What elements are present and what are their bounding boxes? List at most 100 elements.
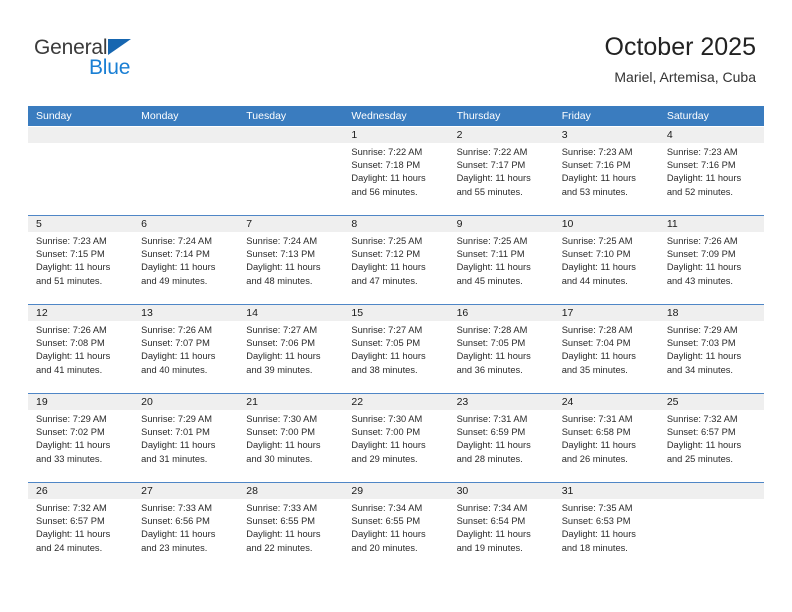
day-detail-line: Sunset: 7:16 PM	[561, 160, 631, 171]
day-number-18[interactable]: 18	[659, 305, 764, 321]
day-cell-8[interactable]: Sunrise: 7:25 AM Sunset: 7:12 PM Daylight:…	[343, 232, 448, 304]
day-cell-10[interactable]: Sunrise: 7:25 AM Sunset: 7:10 PM Daylight:…	[554, 232, 659, 304]
day-number-15[interactable]: 15	[343, 305, 448, 321]
day-cell-12[interactable]: Sunrise: 7:26 AM Sunset: 7:08 PM Daylight:…	[28, 321, 133, 393]
general-blue-logo[interactable]: General Blue	[34, 36, 194, 88]
day-cell-2[interactable]: Sunrise: 7:22 AM Sunset: 7:17 PM Daylight:…	[449, 143, 554, 215]
day-number-26[interactable]: 26	[28, 483, 133, 499]
day-cell-15[interactable]: Sunrise: 7:27 AM Sunset: 7:05 PM Daylight:…	[343, 321, 448, 393]
day-cell-1[interactable]: Sunrise: 7:22 AM Sunset: 7:18 PM Daylight:…	[343, 143, 448, 215]
day-detail-line: Sunset: 7:18 PM	[351, 160, 421, 171]
day-cell-25[interactable]: Sunrise: 7:32 AM Sunset: 6:57 PM Daylight:…	[659, 410, 764, 482]
day-cell-9[interactable]: Sunrise: 7:25 AM Sunset: 7:11 PM Daylight:…	[449, 232, 554, 304]
day-number-10[interactable]: 10	[554, 216, 659, 232]
day-number-16[interactable]: 16	[449, 305, 554, 321]
day-cell-4[interactable]: Sunrise: 7:23 AM Sunset: 7:16 PM Daylight:…	[659, 143, 764, 215]
day-number-27[interactable]: 27	[133, 483, 238, 499]
day-cell-29[interactable]: Sunrise: 7:34 AM Sunset: 6:55 PM Daylight:…	[343, 499, 448, 571]
day-detail-line: Daylight: 11 hours	[246, 351, 321, 362]
day-cell-18[interactable]: Sunrise: 7:29 AM Sunset: 7:03 PM Daylight:…	[659, 321, 764, 393]
day-number-29[interactable]: 29	[343, 483, 448, 499]
day-detail-line: Daylight: 11 hours	[456, 351, 531, 362]
day-detail-line: Sunrise: 7:24 AM	[141, 236, 212, 246]
day-number-17[interactable]: 17	[554, 305, 659, 321]
day-number-25[interactable]: 25	[659, 394, 764, 410]
day-cell-6[interactable]: Sunrise: 7:24 AM Sunset: 7:14 PM Daylight:…	[133, 232, 238, 304]
day-number-3[interactable]: 3	[554, 127, 659, 143]
day-detail-line: Sunset: 7:17 PM	[456, 160, 526, 171]
day-cell-20[interactable]: Sunrise: 7:29 AM Sunset: 7:01 PM Daylight:…	[133, 410, 238, 482]
day-cell-14[interactable]: Sunrise: 7:27 AM Sunset: 7:06 PM Daylight:…	[238, 321, 343, 393]
day-number-9[interactable]: 9	[449, 216, 554, 232]
day-cell-31[interactable]: Sunrise: 7:35 AM Sunset: 6:53 PM Daylight:…	[554, 499, 659, 571]
day-cell-13[interactable]: Sunrise: 7:26 AM Sunset: 7:07 PM Daylight:…	[133, 321, 238, 393]
day-number-30[interactable]: 30	[449, 483, 554, 499]
day-number-28[interactable]: 28	[238, 483, 343, 499]
page-subtitle: Mariel, Artemisa, Cuba	[614, 69, 756, 85]
day-cell-17[interactable]: Sunrise: 7:28 AM Sunset: 7:04 PM Daylight:…	[554, 321, 659, 393]
day-cell-7[interactable]: Sunrise: 7:24 AM Sunset: 7:13 PM Daylight:…	[238, 232, 343, 304]
day-number-22[interactable]: 22	[343, 394, 448, 410]
day-cell-11[interactable]: Sunrise: 7:26 AM Sunset: 7:09 PM Daylight:…	[659, 232, 764, 304]
day-detail-line: Daylight: 11 hours	[561, 173, 636, 184]
day-detail-line: Sunset: 6:59 PM	[456, 427, 526, 438]
day-cell-16[interactable]: Sunrise: 7:28 AM Sunset: 7:05 PM Daylight:…	[449, 321, 554, 393]
day-cell-24[interactable]: Sunrise: 7:31 AM Sunset: 6:58 PM Daylight:…	[554, 410, 659, 482]
day-number-12[interactable]: 12	[28, 305, 133, 321]
day-detail-line: and 18 minutes.	[561, 542, 628, 553]
day-detail-line: Sunrise: 7:28 AM	[561, 325, 633, 335]
day-cell-22[interactable]: Sunrise: 7:30 AM Sunset: 7:00 PM Daylight:…	[343, 410, 448, 482]
day-number-24[interactable]: 24	[554, 394, 659, 410]
day-number-31[interactable]: 31	[554, 483, 659, 499]
day-detail-line: Sunrise: 7:25 AM	[351, 236, 423, 246]
day-cell-3[interactable]: Sunrise: 7:23 AM Sunset: 7:16 PM Daylight:…	[554, 143, 659, 215]
day-cell-27[interactable]: Sunrise: 7:33 AM Sunset: 6:56 PM Daylight:…	[133, 499, 238, 571]
weekday-header-saturday: Saturday	[666, 110, 709, 122]
day-cell-23[interactable]: Sunrise: 7:31 AM Sunset: 6:59 PM Daylight:…	[449, 410, 554, 482]
weekday-header-sunday: Sunday	[36, 110, 72, 122]
calendar-page: General Blue October 2025 Mariel, Artemi…	[0, 0, 792, 612]
day-detail-line: Daylight: 11 hours	[36, 440, 111, 451]
day-number-19[interactable]: 19	[28, 394, 133, 410]
day-detail-line: and 40 minutes.	[141, 364, 208, 375]
week-details-band: Sunrise: 7:32 AM Sunset: 6:57 PM Daylight:…	[28, 499, 764, 571]
day-cell-21[interactable]: Sunrise: 7:30 AM Sunset: 7:00 PM Daylight:…	[238, 410, 343, 482]
day-detail-line: and 33 minutes.	[36, 453, 103, 464]
day-number-23[interactable]: 23	[449, 394, 554, 410]
day-number-8[interactable]: 8	[343, 216, 448, 232]
day-detail-line: Sunset: 7:06 PM	[246, 338, 316, 349]
day-number-7[interactable]: 7	[238, 216, 343, 232]
day-cell-19[interactable]: Sunrise: 7:29 AM Sunset: 7:02 PM Daylight:…	[28, 410, 133, 482]
day-detail-line: and 30 minutes.	[246, 453, 313, 464]
day-detail-line: Sunrise: 7:33 AM	[141, 503, 212, 513]
day-detail-line: Sunrise: 7:32 AM	[666, 414, 738, 424]
day-number-13[interactable]: 13	[133, 305, 238, 321]
weekday-header-wednesday: Wednesday	[351, 110, 407, 122]
day-number-empty	[133, 127, 238, 143]
day-detail-line: and 53 minutes.	[561, 186, 628, 197]
day-number-5[interactable]: 5	[28, 216, 133, 232]
day-cell-5[interactable]: Sunrise: 7:23 AM Sunset: 7:15 PM Daylight:…	[28, 232, 133, 304]
day-cell-30[interactable]: Sunrise: 7:34 AM Sunset: 6:54 PM Daylight:…	[449, 499, 554, 571]
day-number-1[interactable]: 1	[343, 127, 448, 143]
day-number-14[interactable]: 14	[238, 305, 343, 321]
day-number-empty	[238, 127, 343, 143]
day-cell-empty	[659, 499, 764, 571]
day-number-11[interactable]: 11	[659, 216, 764, 232]
day-number-4[interactable]: 4	[659, 127, 764, 143]
day-number-21[interactable]: 21	[238, 394, 343, 410]
day-cell-26[interactable]: Sunrise: 7:32 AM Sunset: 6:57 PM Daylight:…	[28, 499, 133, 571]
day-number-2[interactable]: 2	[449, 127, 554, 143]
day-cell-28[interactable]: Sunrise: 7:33 AM Sunset: 6:55 PM Daylight:…	[238, 499, 343, 571]
day-detail-line: Daylight: 11 hours	[141, 262, 216, 273]
day-detail-line: and 22 minutes.	[246, 542, 313, 553]
day-number-20[interactable]: 20	[133, 394, 238, 410]
calendar-week-row: 5 6 7 8 9 10 11 Sunrise: 7:23 AM Sunset: 7:15 PM…	[28, 215, 764, 304]
day-cell-empty	[28, 143, 133, 215]
day-detail-line: Sunrise: 7:30 AM	[351, 414, 423, 424]
day-detail-line: and 35 minutes.	[561, 364, 628, 375]
day-detail-line: and 20 minutes.	[351, 542, 418, 553]
week-daynumber-band: 1234	[28, 127, 764, 143]
day-number-6[interactable]: 6	[133, 216, 238, 232]
weekday-header-tuesday: Tuesday	[246, 110, 287, 122]
